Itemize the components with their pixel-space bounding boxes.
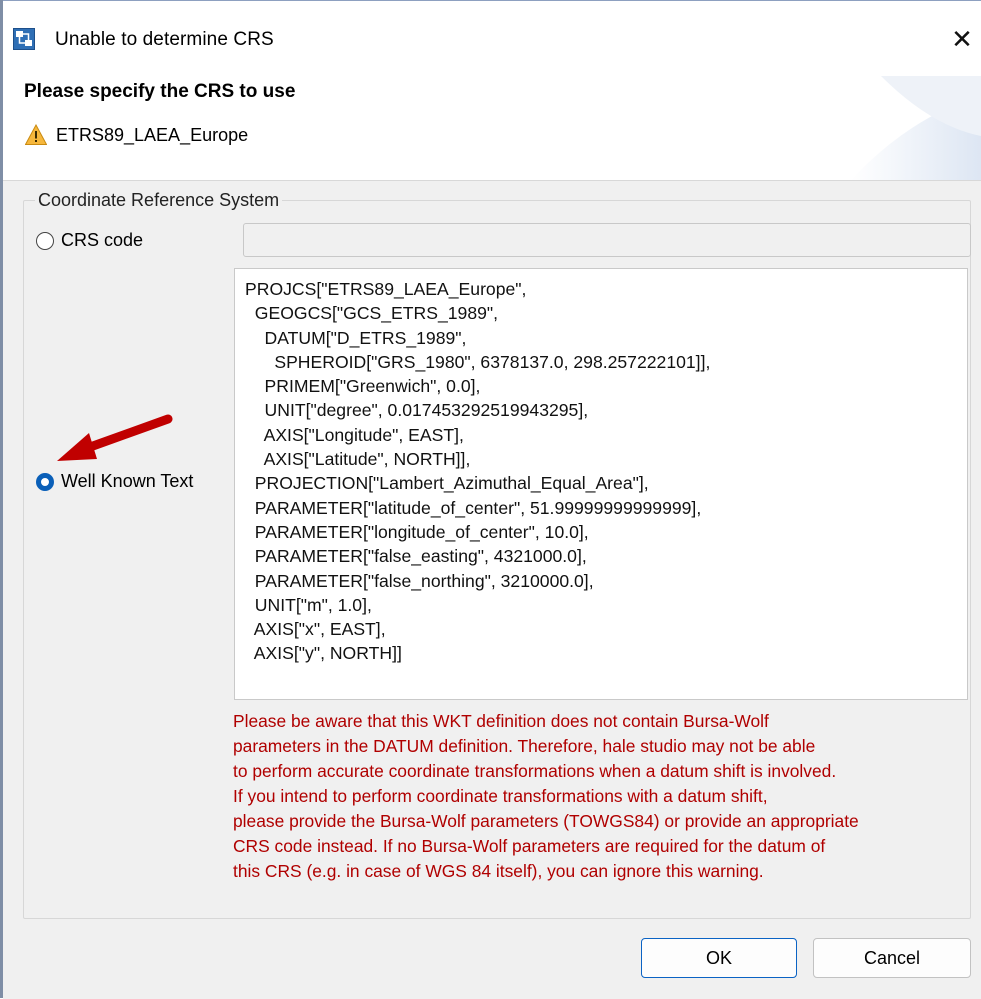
window-title: Unable to determine CRS — [55, 29, 274, 50]
dialog-heading: Please specify the CRS to use — [24, 81, 296, 102]
app-icon — [13, 28, 35, 50]
close-icon: ✕ — [951, 24, 973, 54]
warning-line: Please be aware that this WKT definition… — [233, 711, 769, 731]
warning-line: this CRS (e.g. in case of WGS 84 itself)… — [233, 861, 764, 881]
header-decoration — [851, 76, 981, 180]
title-bar[interactable]: Unable to determine CRS ✕ — [3, 1, 981, 76]
wkt-text-area[interactable]: PROJCS["ETRS89_LAEA_Europe", GEOGCS["GCS… — [234, 268, 968, 700]
warning-line: CRS code instead. If no Bursa-Wolf param… — [233, 836, 826, 856]
warning-line: to perform accurate coordinate transform… — [233, 761, 837, 781]
wkt-line: DATUM["D_ETRS_1989", — [245, 327, 467, 348]
crs-code-radio[interactable] — [36, 232, 54, 250]
wkt-line: PARAMETER["latitude_of_center", 51.99999… — [245, 497, 702, 518]
dialog-header: Please specify the CRS to use ETRS89_LAE… — [3, 76, 981, 180]
warning-triangle-icon — [25, 124, 47, 145]
ok-button[interactable]: OK — [641, 938, 797, 978]
wkt-label[interactable]: Well Known Text — [61, 471, 193, 492]
wkt-line: AXIS["Latitude", NORTH]], — [245, 449, 471, 470]
dialog-body: Coordinate Reference System CRS code PRO… — [3, 180, 981, 999]
crs-code-label[interactable]: CRS code — [61, 230, 143, 251]
warning-line: If you intend to perform coordinate tran… — [233, 786, 768, 806]
wkt-line: PARAMETER["false_easting", 4321000.0], — [245, 546, 587, 567]
wkt-line: UNIT["degree", 0.017453292519943295], — [245, 400, 589, 421]
wkt-radio[interactable] — [36, 473, 54, 491]
wkt-line: PRIMEM["Greenwich", 0.0], — [245, 376, 481, 397]
wkt-line: PROJECTION["Lambert_Azimuthal_Equal_Area… — [245, 473, 649, 494]
header-message: ETRS89_LAEA_Europe — [56, 125, 249, 145]
wkt-line: SPHEROID["GRS_1980", 6378137.0, 298.2572… — [245, 351, 711, 372]
wkt-line: AXIS["x", EAST], — [245, 619, 386, 640]
wkt-line: GEOGCS["GCS_ETRS_1989", — [245, 303, 499, 324]
crs-group-legend: Coordinate Reference System — [35, 190, 283, 211]
wkt-line: AXIS["Longitude", EAST], — [245, 424, 464, 445]
warning-line: please provide the Bursa-Wolf parameters… — [233, 811, 859, 831]
cancel-button[interactable]: Cancel — [813, 938, 971, 978]
wkt-line: AXIS["y", NORTH]] — [245, 643, 402, 664]
annotation-arrow-icon — [57, 414, 173, 461]
crs-code-input[interactable] — [243, 223, 971, 257]
wkt-line: PROJCS["ETRS89_LAEA_Europe", — [245, 279, 527, 299]
wkt-line: UNIT["m", 1.0], — [245, 594, 372, 615]
close-button[interactable]: ✕ — [947, 24, 977, 54]
wkt-line: PARAMETER["longitude_of_center", 10.0], — [245, 521, 589, 542]
warning-line: parameters in the DATUM definition. Ther… — [233, 736, 816, 756]
wkt-warning-message: Please be aware that this WKT definition… — [233, 709, 973, 884]
wkt-line: PARAMETER["false_northing", 3210000.0], — [245, 570, 594, 591]
